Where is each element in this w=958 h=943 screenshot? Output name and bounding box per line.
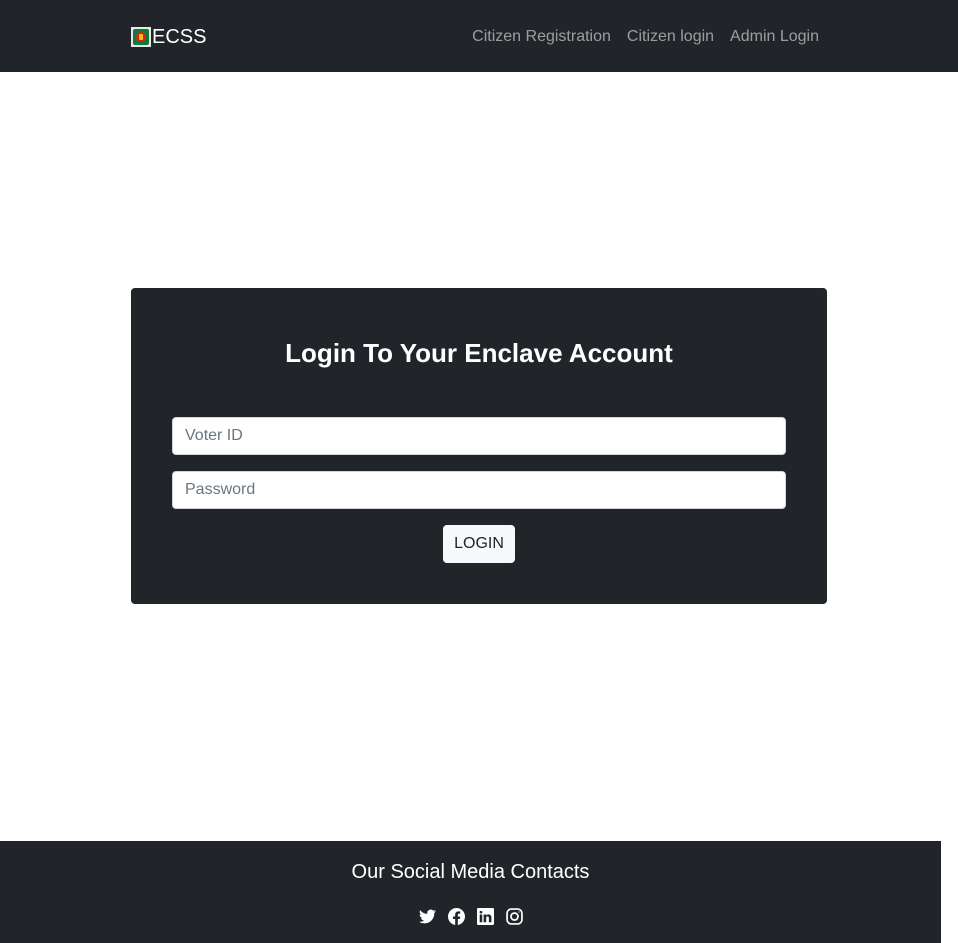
nav-citizen-registration[interactable]: Citizen Registration: [472, 28, 611, 46]
brand-link[interactable]: ECSS: [131, 24, 206, 50]
brand-name: ECSS: [152, 25, 207, 48]
top-navbar: ECSS Citizen Registration Citizen login …: [0, 0, 958, 72]
twitter-icon[interactable]: [419, 908, 436, 925]
login-card: Login To Your Enclave Account LOGIN: [131, 288, 827, 604]
footer-title: Our Social Media Contacts: [351, 861, 590, 883]
voter-id-input[interactable]: [172, 417, 786, 455]
nav-admin-login[interactable]: Admin Login: [730, 28, 819, 46]
social-links: [419, 908, 523, 925]
brand-logo-icon: [131, 27, 151, 47]
linkedin-icon[interactable]: [477, 908, 494, 925]
instagram-icon[interactable]: [506, 908, 523, 925]
login-title: Login To Your Enclave Account: [285, 338, 673, 368]
facebook-icon[interactable]: [448, 908, 465, 925]
password-input[interactable]: [172, 471, 786, 509]
footer: Our Social Media Contacts: [0, 841, 941, 943]
nav-links: Citizen Registration Citizen login Admin…: [472, 24, 819, 50]
nav-citizen-login[interactable]: Citizen login: [627, 28, 714, 46]
login-button[interactable]: LOGIN: [443, 525, 515, 563]
